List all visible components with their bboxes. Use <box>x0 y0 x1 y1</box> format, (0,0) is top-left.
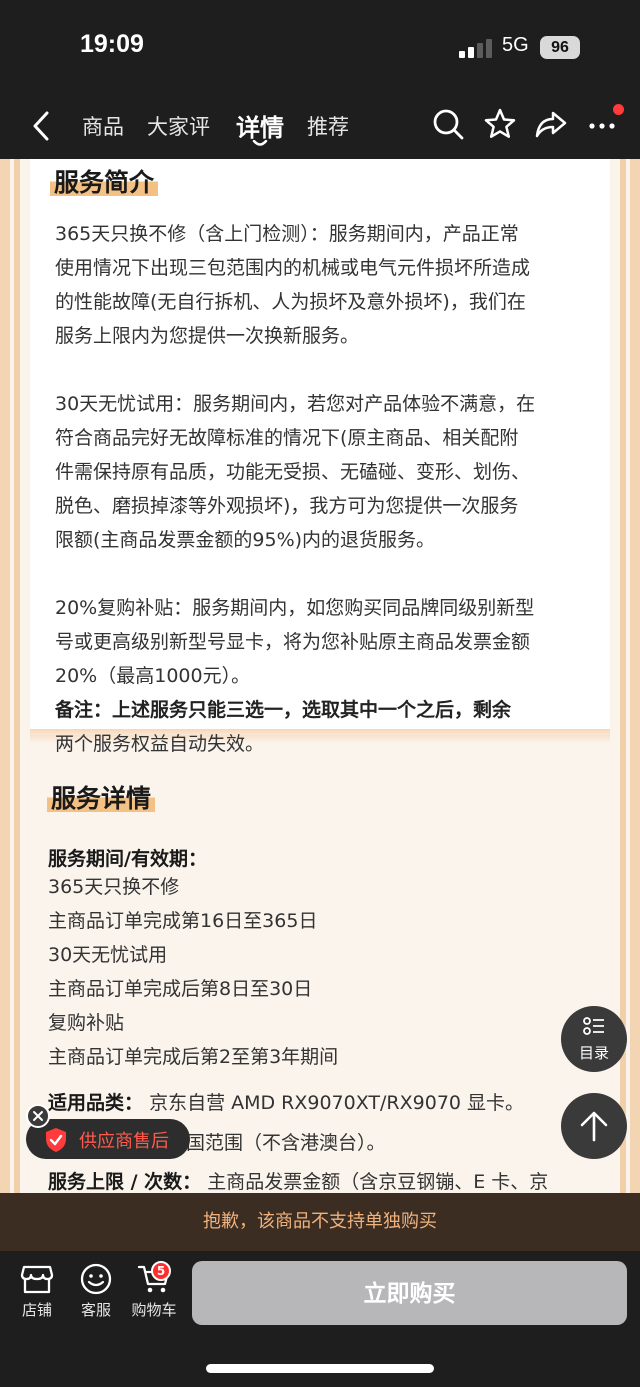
status-bar: 19:09 5G 96 <box>0 0 640 95</box>
cart-label: 购物车 <box>131 1301 177 1319</box>
para-line: 365天只换不修（含上门检测）：服务期间内，产品正常 <box>55 223 519 245</box>
buy-now-button[interactable]: 立即购买 <box>192 1261 627 1325</box>
para-line: 20%复购补贴：服务期间内，如您购买同品牌同级别新型 <box>55 597 535 619</box>
period-line: 主商品订单完成后第8日至30日 <box>48 978 313 1000</box>
limit-label: 服务上限 / 次数： <box>48 1171 202 1193</box>
network-type: 5G <box>502 34 529 56</box>
store-button[interactable]: 店铺 <box>12 1263 62 1320</box>
limit-row: 服务上限 / 次数： 主商品发票金额（含京豆钢镚、E 卡、京 <box>48 1168 548 1193</box>
period-line: 主商品订单完成第16日至365日 <box>48 910 318 932</box>
period-line: 主商品订单完成后第2至第3年期间 <box>48 1046 339 1068</box>
period-label: 服务期间/有效期： <box>48 848 207 870</box>
note-line: 备注：上述服务只能三选一，选取其中一个之后，剩余 <box>55 699 512 721</box>
store-icon <box>20 1265 54 1294</box>
signal-strength-icon <box>459 38 493 58</box>
back-arrow-icon[interactable] <box>28 109 54 143</box>
para-line: 使用情况下出现三包范围内的机械或电气元件损坏所造成 <box>55 257 531 279</box>
limit-value: 主商品发票金额（含京豆钢镚、E 卡、京 <box>207 1171 549 1193</box>
cart-count-badge: 5 <box>151 1261 171 1281</box>
intro-note: 备注：上述服务只能三选一，选取其中一个之后，剩余 两个服务权益自动失效。 <box>55 693 585 761</box>
bottom-action-bar: 店铺 客服 购物车 5 立即购买 <box>0 1251 640 1387</box>
para-line: 脱色、磨损掉漆等外观损坏)，我方可为您提供一次服务 <box>55 495 519 517</box>
para-line: 20%（最高1000元）。 <box>55 665 251 687</box>
store-label: 店铺 <box>21 1301 52 1319</box>
customer-service-label: 客服 <box>80 1301 111 1319</box>
para-line: 的性能故障(无自行拆机、人为损坏及意外损坏)，我们在 <box>55 291 526 313</box>
period-line: 复购补贴 <box>48 1012 125 1034</box>
tab-reviews[interactable]: 大家评 <box>147 111 210 141</box>
status-time: 19:09 <box>80 30 144 58</box>
customer-service-icon <box>80 1263 112 1295</box>
shield-check-icon <box>46 1128 66 1152</box>
para-line: 30天无忧试用：服务期间内，若您对产品体验不满意，在 <box>55 393 536 415</box>
tab-product[interactable]: 商品 <box>82 111 124 141</box>
top-nav-bar: 商品 大家评 详情 推荐 <box>0 95 640 159</box>
purchase-notice-bar: 抱歉，该商品不支持单独购买 <box>0 1193 640 1251</box>
intro-paragraph-subsidy: 20%复购补贴：服务期间内，如您购买同品牌同级别新型 号或更高级别新型号显卡，将… <box>55 591 585 693</box>
tab-details[interactable]: 详情 <box>236 108 284 143</box>
category-value: 京东自营 AMD RX9070XT/RX9070 显卡。 <box>149 1092 525 1114</box>
category-row: 适用品类： 京东自营 AMD RX9070XT/RX9070 显卡。 <box>48 1089 524 1117</box>
supplier-after-sales-badge[interactable]: 供应商售后 <box>26 1119 190 1159</box>
category-label: 适用品类： <box>48 1092 144 1114</box>
home-indicator <box>206 1364 434 1373</box>
toc-label: 目录 <box>578 1044 609 1062</box>
region-value: 国范围（不含港澳台）。 <box>186 1132 386 1154</box>
search-icon[interactable] <box>431 107 465 141</box>
tab-recommend[interactable]: 推荐 <box>307 111 349 141</box>
para-line: 符合商品完好无故障标准的情况下(原主商品、相关配附 <box>55 427 519 449</box>
notification-dot <box>613 104 624 115</box>
table-of-contents-button[interactable]: 目录 <box>561 1006 627 1072</box>
active-tab-indicator <box>252 140 268 146</box>
battery-level: 96 <box>540 36 580 59</box>
supplier-label: 供应商售后 <box>79 1131 169 1152</box>
note-line: 两个服务权益自动失效。 <box>55 733 265 755</box>
intro-paragraph-trial: 30天无忧试用：服务期间内，若您对产品体验不满意，在 符合商品完好无故障标准的情… <box>55 387 585 557</box>
para-line: 限额(主商品发票金额的95%)内的退货服务。 <box>55 529 436 551</box>
intro-paragraph-replace: 365天只换不修（含上门检测）：服务期间内，产品正常 使用情况下出现三包范围内的… <box>55 217 585 353</box>
service-intro-title: 服务简介 <box>50 163 159 199</box>
customer-service-button[interactable]: 客服 <box>71 1263 121 1320</box>
service-detail-title: 服务详情 <box>47 779 156 815</box>
close-supplier-badge-button[interactable] <box>26 1104 50 1128</box>
para-line: 件需保持原有品质，功能无受损、无磕碰、变形、划伤、 <box>55 461 531 483</box>
scroll-to-top-button[interactable] <box>561 1093 627 1159</box>
decorative-border-left <box>0 159 30 1193</box>
favorite-star-icon[interactable] <box>483 107 517 141</box>
detail-content: 服务简介 365天只换不修（含上门检测）：服务期间内，产品正常 使用情况下出现三… <box>0 159 640 1193</box>
arrow-up-icon <box>580 1111 608 1142</box>
close-icon <box>33 1111 43 1121</box>
para-line: 服务上限内为您提供一次换新服务。 <box>55 325 360 347</box>
period-line: 365天只换不修 <box>48 876 180 898</box>
list-icon <box>583 1017 604 1035</box>
para-line: 号或更高级别新型号显卡，将为您补贴原主商品发票金额 <box>55 631 531 653</box>
period-line: 30天无忧试用 <box>48 944 168 966</box>
share-icon[interactable] <box>534 107 568 141</box>
